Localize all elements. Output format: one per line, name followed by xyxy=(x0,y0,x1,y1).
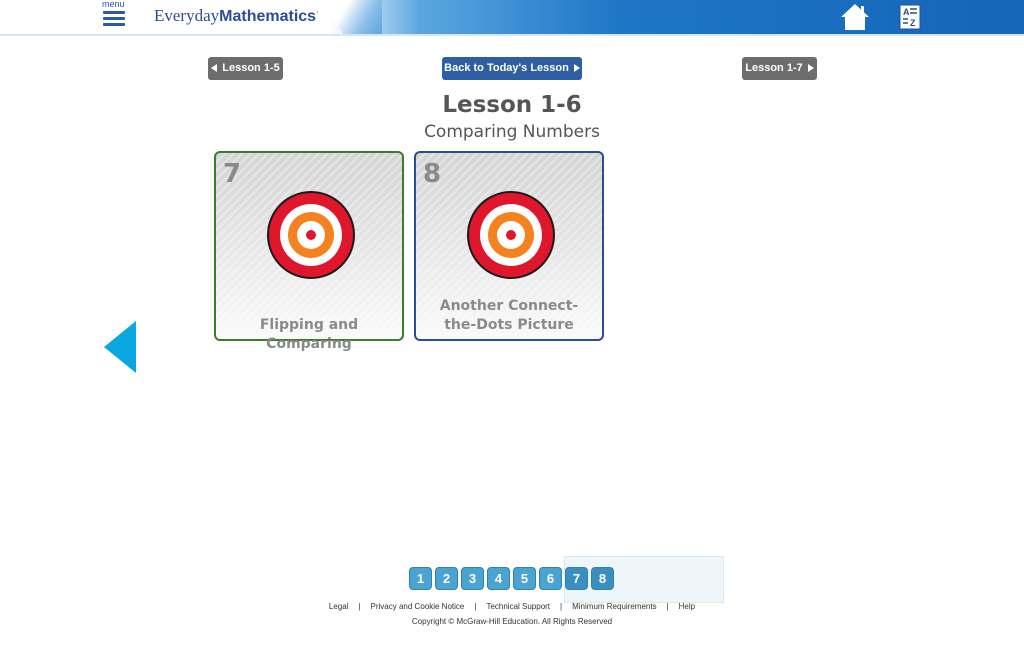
next-lesson-label: Lesson 1-7 xyxy=(745,62,803,74)
menu-label: menu xyxy=(102,0,125,9)
activity-card-connect-the-dots[interactable]: 8 Another Connect- the-Dots Picture xyxy=(414,151,604,341)
page-button-3[interactable]: 3 xyxy=(461,567,484,590)
footer-link-legal[interactable]: Legal xyxy=(329,602,349,611)
next-lesson-button[interactable]: Lesson 1-7 xyxy=(742,57,817,80)
card-title: Another Connect- the-Dots Picture xyxy=(416,297,602,335)
card-title: Flipping and Comparing xyxy=(216,316,402,354)
bullseye-target-icon xyxy=(467,191,555,279)
logo-text-mathematics: Mathematics xyxy=(219,8,317,25)
footer-separator: | xyxy=(358,602,361,611)
lesson-subtitle: Comparing Numbers xyxy=(424,122,600,142)
page-button-2[interactable]: 2 xyxy=(435,567,458,590)
page-button-6[interactable]: 6 xyxy=(539,567,562,590)
footer-links: Legal | Privacy and Cookie Notice | Technica… xyxy=(0,602,1024,611)
card-title-line: the-Dots Picture xyxy=(444,317,574,333)
card-title-line: Another Connect- xyxy=(439,298,579,314)
previous-page-arrow[interactable] xyxy=(104,321,136,373)
footer-separator: | xyxy=(560,602,563,611)
card-number: 7 xyxy=(223,159,242,189)
menu-button[interactable]: menu xyxy=(100,0,130,32)
logo-mark: · xyxy=(316,6,320,17)
left-triangle-arrow-icon xyxy=(104,321,136,373)
glossary-a-z-icon: A Z xyxy=(899,4,921,30)
glossary-button[interactable]: A Z xyxy=(899,4,921,30)
card-title-line: Flipping and Comparing xyxy=(259,317,359,352)
right-triangle-icon xyxy=(807,64,814,73)
bullseye-target-icon xyxy=(267,191,355,279)
footer-link-minimum-requirements[interactable]: Minimum Requirements xyxy=(572,602,656,611)
footer-link-help[interactable]: Help xyxy=(679,602,695,611)
page-button-5[interactable]: 5 xyxy=(513,567,536,590)
page-button-1[interactable]: 1 xyxy=(409,567,432,590)
lesson-title: Lesson 1-6 xyxy=(442,92,582,118)
back-to-todays-lesson-label: Back to Today's Lesson xyxy=(444,62,569,74)
home-icon xyxy=(841,4,869,30)
pager-highlight-area xyxy=(564,556,724,603)
previous-lesson-button[interactable]: Lesson 1-5 xyxy=(208,57,283,80)
page-button-7[interactable]: 7 xyxy=(565,567,588,590)
page-button-4[interactable]: 4 xyxy=(487,567,510,590)
copyright-text: Copyright © McGraw-Hill Education. All R… xyxy=(411,617,613,626)
top-header-bar: menu EverydayMathematics· A Z xyxy=(0,0,1024,36)
footer-separator: | xyxy=(666,602,669,611)
previous-lesson-label: Lesson 1-5 xyxy=(222,62,280,74)
footer-link-privacy[interactable]: Privacy and Cookie Notice xyxy=(371,602,465,611)
back-to-todays-lesson-button[interactable]: Back to Today's Lesson xyxy=(442,57,582,80)
footer-separator: | xyxy=(474,602,477,611)
home-button[interactable] xyxy=(840,3,870,31)
card-number: 8 xyxy=(423,159,442,189)
footer-link-technical-support[interactable]: Technical Support xyxy=(486,602,550,611)
logo-text-everyday: Everyday xyxy=(154,6,220,25)
page-button-8[interactable]: 8 xyxy=(591,567,614,590)
left-triangle-icon xyxy=(211,64,218,73)
right-triangle-icon xyxy=(573,64,580,73)
activity-card-flipping-and-comparing[interactable]: 7 Flipping and Comparing xyxy=(214,151,404,352)
svg-text:Z: Z xyxy=(910,18,916,28)
svg-text:A: A xyxy=(903,7,910,17)
header-swoosh xyxy=(322,0,382,34)
everyday-mathematics-logo: EverydayMathematics· xyxy=(154,6,319,26)
